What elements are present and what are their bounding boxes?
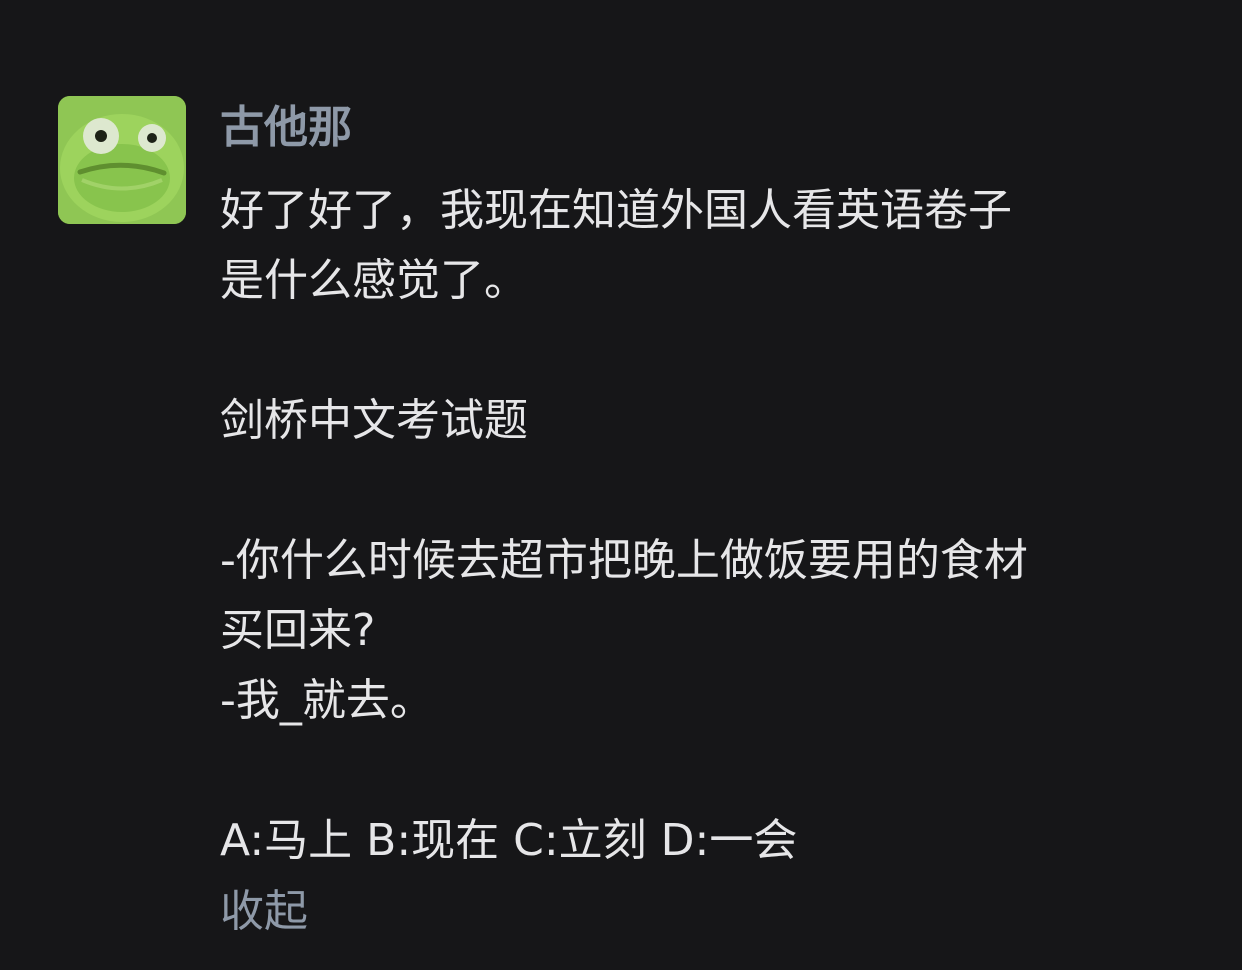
post-text-line: -你什么时候去超市把晚上做饭要用的食材 (220, 535, 1028, 586)
green-frog-avatar-icon (58, 96, 186, 224)
post-text-line: A:马上 B:现在 C:立刻 D:一会 (220, 815, 798, 866)
post-text-spacer (220, 456, 1200, 526)
post-text-spacer (220, 736, 1200, 806)
post-text-spacer (220, 316, 1200, 386)
post-text-line: 是什么感觉了。 (220, 255, 528, 306)
username[interactable]: 古他那 (220, 100, 352, 156)
avatar[interactable] (58, 96, 186, 224)
post-text-line: -我_就去。 (220, 675, 434, 726)
post-text-line: 剑桥中文考试题 (220, 395, 528, 446)
post-card: 古他那 好了好了，我现在知道外国人看英语卷子 是什么感觉了。 剑桥中文考试题 -… (0, 0, 1242, 970)
post-body: 好了好了，我现在知道外国人看英语卷子 是什么感觉了。 剑桥中文考试题 -你什么时… (220, 176, 1200, 876)
post-text-line: 好了好了，我现在知道外国人看英语卷子 (220, 185, 1012, 236)
collapse-link[interactable]: 收起 (220, 880, 308, 944)
post-text-line: 买回来? (220, 605, 376, 656)
